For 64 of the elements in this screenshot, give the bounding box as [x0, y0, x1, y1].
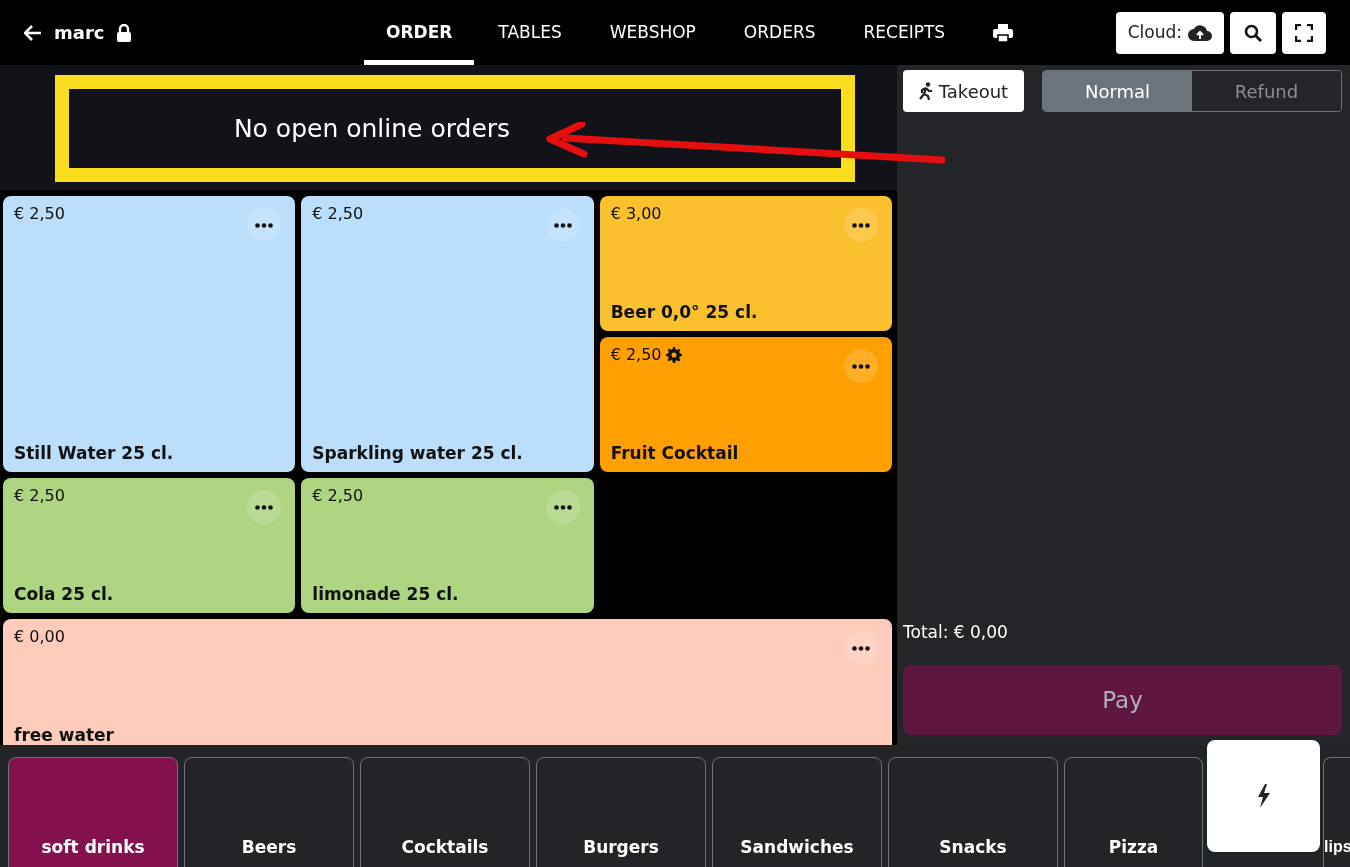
more-options-button[interactable]	[545, 490, 580, 524]
search-button[interactable]	[1230, 11, 1276, 54]
product-name: Beer 0,0° 25 cl.	[610, 300, 759, 324]
product-price: € 2,50	[312, 203, 364, 225]
more-options-button[interactable]	[844, 208, 878, 242]
nav-tab[interactable]: ORDERS	[719, 0, 840, 65]
back-arrow-icon[interactable]	[24, 24, 42, 41]
product-name: Sparkling water 25 cl.	[312, 441, 524, 465]
product-tile[interactable]: € 2,50 limonade 25 cl.	[301, 478, 594, 613]
category-tab[interactable]: Cocktails	[360, 757, 530, 867]
mode-toggle[interactable]: Normal	[1043, 71, 1192, 111]
category-tab[interactable]: Pizza	[1064, 757, 1203, 867]
product-price: € 2,50	[312, 485, 364, 507]
nav-tab[interactable]: RECEIPTS	[839, 0, 970, 65]
product-price: € 0,00	[14, 626, 65, 648]
category-tab[interactable]: Snacks	[888, 757, 1058, 867]
more-options-button[interactable]	[247, 208, 282, 242]
lock-icon[interactable]	[116, 23, 133, 42]
category-tab[interactable]: lips	[1323, 757, 1350, 867]
more-icon	[852, 222, 870, 228]
category-tab[interactable]: soft drinks	[8, 757, 178, 867]
more-options-button[interactable]	[844, 631, 878, 665]
order-total: Total: € 0,00	[903, 620, 1009, 644]
user-name: marc	[54, 21, 105, 45]
nav-tab[interactable]: WEBSHOP	[585, 0, 720, 65]
product-name: limonade 25 cl.	[312, 582, 460, 606]
product-tile[interactable]: € 0,00 free water	[3, 619, 892, 745]
category-tab[interactable]: Beers	[184, 757, 354, 867]
product-tile[interactable]: € 2,50 Cola 25 cl.	[3, 478, 296, 613]
category-tab[interactable]: Sandwiches	[712, 757, 882, 867]
cloud-upload-icon	[1188, 24, 1212, 41]
category-tab[interactable]: Burgers	[536, 757, 706, 867]
banner-message: No open online orders	[233, 112, 511, 145]
more-icon	[553, 504, 572, 510]
more-icon	[255, 222, 274, 228]
product-tile[interactable]: € 2,50 Fruit Cocktail	[599, 337, 892, 472]
fullscreen-button[interactable]	[1282, 11, 1326, 54]
more-options-button[interactable]	[545, 208, 580, 242]
product-price: € 2,50	[610, 344, 662, 366]
product-tile[interactable]: € 2,50 Sparkling water 25 cl.	[301, 196, 594, 472]
more-icon	[553, 222, 572, 228]
product-price: € 3,00	[610, 203, 662, 225]
more-icon	[852, 645, 870, 651]
product-name: Still Water 25 cl.	[14, 441, 175, 465]
running-person-icon	[918, 82, 933, 100]
product-name: Cola 25 cl.	[14, 582, 115, 606]
product-name: free water	[14, 723, 115, 745]
product-tile[interactable]: € 3,00 Beer 0,0° 25 cl.	[599, 196, 892, 331]
more-icon	[852, 363, 870, 369]
takeout-button[interactable]: Takeout	[903, 70, 1024, 112]
more-options-button[interactable]	[247, 490, 282, 524]
product-name: Fruit Cocktail	[610, 441, 740, 465]
product-price: € 2,50	[14, 485, 65, 507]
nav-tab[interactable]: TABLES	[474, 0, 586, 65]
product-price: € 2,50	[14, 203, 65, 225]
pay-button[interactable]: Pay	[903, 665, 1342, 735]
fullscreen-icon	[1295, 23, 1313, 42]
lightning-icon	[1255, 784, 1272, 808]
printer-icon[interactable]	[993, 23, 1014, 42]
more-icon	[255, 504, 274, 510]
search-icon	[1244, 23, 1262, 42]
cloud-button[interactable]: Cloud:	[1115, 11, 1224, 54]
product-tile[interactable]: € 2,50 Still Water 25 cl.	[3, 196, 296, 472]
more-options-button[interactable]	[844, 349, 878, 383]
